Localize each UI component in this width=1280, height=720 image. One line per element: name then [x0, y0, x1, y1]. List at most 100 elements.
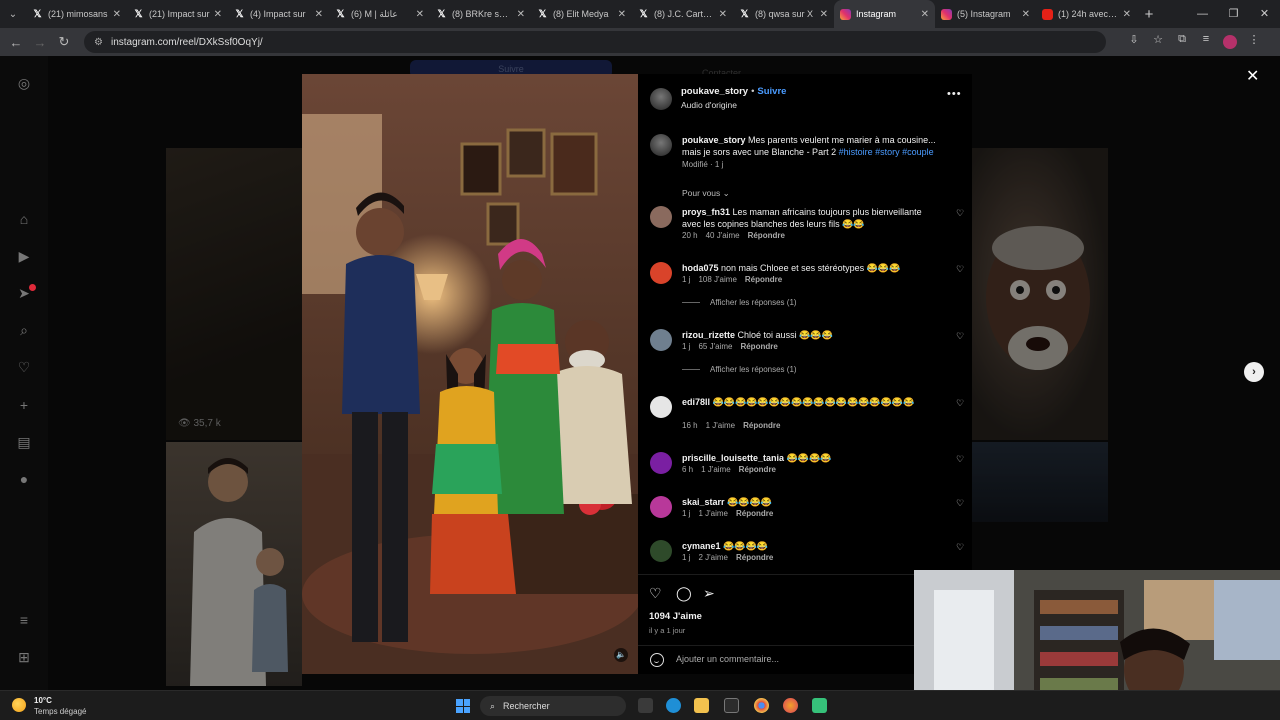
commenter-username[interactable]: cymane1 — [682, 541, 721, 551]
likes-count[interactable]: 1094 J'aime — [649, 611, 702, 622]
reply-button[interactable]: Répondre — [736, 509, 773, 518]
media-control-icon[interactable]: ≡ — [1194, 33, 1218, 52]
address-bar[interactable]: ⚙ instagram.com/reel/DXkSsf0OqYj/ — [84, 31, 1106, 53]
reels-icon[interactable]: ▶ — [15, 247, 33, 265]
author-avatar[interactable] — [650, 88, 672, 110]
file-explorer-icon[interactable] — [694, 698, 709, 713]
dashboard-icon[interactable]: ▤ — [15, 433, 33, 451]
comment-like-heart-icon[interactable]: ♡ — [956, 264, 964, 275]
close-tab-icon[interactable]: ✕ — [1022, 9, 1030, 20]
close-tab-icon[interactable]: ✕ — [719, 9, 727, 20]
bookmark-star-icon[interactable]: ☆ — [1146, 33, 1170, 52]
tab-search-button[interactable]: ⌄ — [0, 0, 26, 28]
comment-input[interactable]: Ajouter un commentaire... — [676, 654, 779, 664]
reply-button[interactable]: Répondre — [748, 231, 785, 240]
maximize-button[interactable]: ❐ — [1218, 0, 1249, 28]
commenter-avatar[interactable] — [650, 540, 672, 562]
microsoft-store-icon[interactable] — [724, 698, 739, 713]
new-tab-button[interactable]: + — [1137, 6, 1161, 23]
view-replies-button[interactable]: Afficher les réponses (1) — [682, 365, 797, 374]
audio-link[interactable]: Audio d'origine — [681, 100, 737, 110]
notifications-heart-icon[interactable]: ♡ — [15, 358, 33, 376]
reload-button[interactable]: ↻ — [52, 34, 76, 50]
browser-tab[interactable]: 𝕏 (8) Elit Medya ✕ — [531, 0, 632, 28]
site-info-icon[interactable]: ⚙ — [94, 37, 103, 48]
caption-hashtags[interactable]: #histoire #story #couple — [839, 147, 934, 157]
close-tab-icon[interactable]: ✕ — [315, 9, 323, 20]
comment-likes[interactable]: 108 J'aime — [698, 275, 736, 284]
weather-temperature[interactable]: 10°C — [34, 696, 52, 705]
browser-tab[interactable]: 𝕏 (6) M | عائلة ✕ — [329, 0, 430, 28]
close-tab-icon[interactable]: ✕ — [113, 9, 121, 20]
browser-tab[interactable]: Instagram ✕ — [834, 0, 935, 28]
like-heart-icon[interactable]: ♡ — [649, 585, 662, 602]
comment-likes[interactable]: 1 J'aime — [706, 421, 736, 430]
reel-video[interactable] — [302, 74, 638, 674]
browser-tab[interactable]: 𝕏 (21) mimosans ✕ — [26, 0, 127, 28]
instagram-logo-icon[interactable]: ◎ — [15, 74, 33, 92]
commenter-avatar[interactable] — [650, 262, 672, 284]
close-tab-icon[interactable]: ✕ — [1123, 9, 1131, 20]
search-icon[interactable]: ⌕ — [15, 321, 33, 339]
comment-bubble-icon[interactable]: ◯ — [676, 585, 692, 602]
commenter-username[interactable]: skai_starr — [682, 497, 725, 507]
taskbar-search[interactable]: ⌕ Rechercher — [480, 696, 626, 716]
view-replies-button[interactable]: Afficher les réponses (1) — [682, 298, 797, 307]
back-button[interactable]: ← — [4, 35, 28, 50]
more-menu-icon[interactable]: ≡ — [15, 611, 33, 629]
more-options-icon[interactable]: ••• — [947, 88, 962, 100]
emoji-picker-icon[interactable] — [650, 653, 664, 667]
share-send-icon[interactable]: ➢ — [703, 585, 715, 602]
firefox-browser-icon[interactable] — [783, 698, 798, 713]
close-tab-icon[interactable]: ✕ — [820, 9, 828, 20]
comment-like-heart-icon[interactable]: ♡ — [956, 542, 964, 553]
commenter-avatar[interactable] — [650, 452, 672, 474]
comment-like-heart-icon[interactable]: ♡ — [956, 498, 964, 509]
caption-author-avatar[interactable] — [650, 134, 672, 156]
chrome-browser-icon[interactable] — [754, 698, 769, 713]
profile-avatar-icon[interactable]: ● — [15, 470, 33, 488]
close-tab-icon[interactable]: ✕ — [214, 9, 222, 20]
next-post-arrow-icon[interactable]: › — [1244, 362, 1264, 382]
comment-likes[interactable]: 2 J'aime — [698, 553, 728, 562]
comment-sort-dropdown[interactable]: Pour vous ⌄ — [682, 188, 730, 199]
close-tab-icon[interactable]: ✕ — [416, 9, 424, 20]
profile-avatar[interactable] — [1218, 33, 1242, 52]
browser-tab[interactable]: (5) Instagram ✕ — [935, 0, 1036, 28]
start-windows-icon[interactable] — [456, 699, 470, 713]
commenter-username[interactable]: hoda075 — [682, 263, 719, 273]
app-icon[interactable] — [812, 698, 827, 713]
commenter-avatar[interactable] — [650, 329, 672, 351]
forward-button[interactable]: → — [28, 35, 52, 50]
weather-description[interactable]: Temps dégagé — [34, 707, 86, 716]
reply-button[interactable]: Répondre — [740, 342, 777, 351]
commenter-username[interactable]: rizou_rizette — [682, 330, 735, 340]
close-modal-icon[interactable]: ✕ — [1246, 66, 1259, 86]
install-app-icon[interactable]: ⇩ — [1122, 33, 1146, 52]
extensions-icon[interactable]: ⧉ — [1170, 33, 1194, 52]
weather-sun-icon[interactable] — [12, 698, 26, 712]
comment-like-heart-icon[interactable]: ♡ — [956, 208, 964, 219]
comment-like-heart-icon[interactable]: ♡ — [956, 398, 964, 409]
home-icon[interactable]: ⌂ — [15, 210, 33, 228]
commenter-username[interactable]: priscille_louisette_tania — [682, 453, 784, 463]
browser-menu-icon[interactable]: ⋮ — [1242, 33, 1266, 52]
commenter-avatar[interactable] — [650, 396, 672, 418]
comment-likes[interactable]: 40 J'aime — [706, 231, 740, 240]
follow-button[interactable]: Suivre — [757, 86, 786, 97]
reply-button[interactable]: Répondre — [745, 275, 782, 284]
reply-button[interactable]: Répondre — [739, 465, 776, 474]
close-tab-icon[interactable]: ✕ — [921, 9, 929, 20]
browser-tab[interactable]: 𝕏 (8) J.C. Carter s ✕ — [632, 0, 733, 28]
browser-tab[interactable]: 𝕏 (21) Impact sur ✕ — [127, 0, 228, 28]
reply-button[interactable]: Répondre — [736, 553, 773, 562]
author-username[interactable]: poukave_story — [681, 86, 748, 97]
close-window-button[interactable]: ✕ — [1249, 0, 1280, 28]
comment-like-heart-icon[interactable]: ♡ — [956, 454, 964, 465]
also-from-meta-icon[interactable]: ⊞ — [15, 648, 33, 666]
reply-button[interactable]: Répondre — [743, 421, 780, 430]
minimize-button[interactable]: — — [1187, 0, 1218, 28]
comment-likes[interactable]: 65 J'aime — [698, 342, 732, 351]
browser-tab[interactable]: (1) 24h avec La ✕ — [1036, 0, 1137, 28]
browser-tab[interactable]: 𝕏 (4) Impact sur ✕ — [228, 0, 329, 28]
